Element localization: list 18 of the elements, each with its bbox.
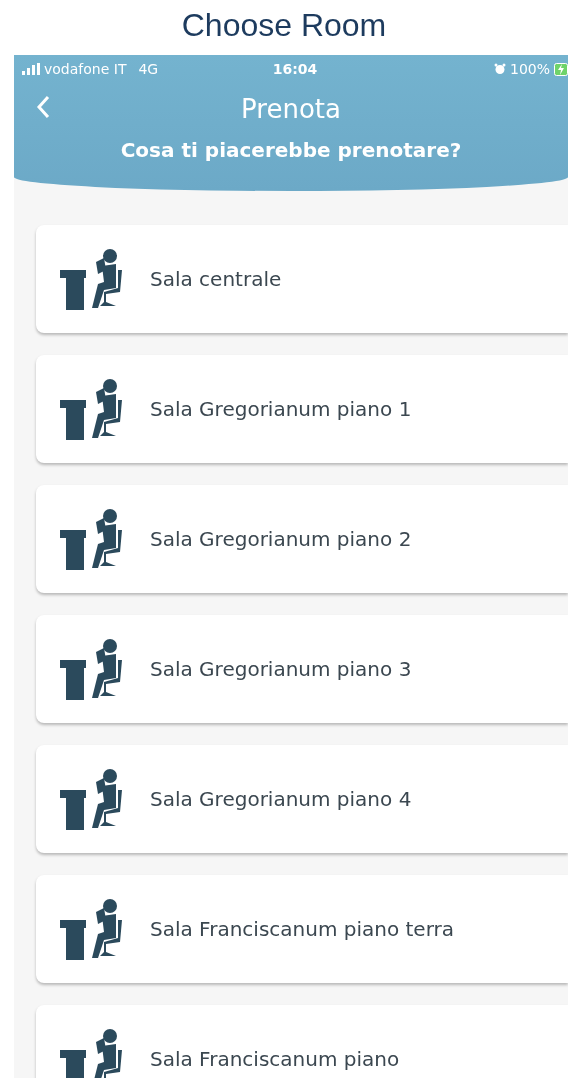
room-item[interactable]: Sala Gregorianum piano 4 — [36, 745, 568, 853]
network-type: 4G — [138, 59, 159, 79]
room-item[interactable]: Sala Gregorianum piano 2 — [36, 485, 568, 593]
carrier-name: vodafone IT — [44, 59, 127, 79]
page-subtitle: Cosa ti piacerebbe prenotare? — [120, 138, 462, 162]
battery-percent: 100% — [509, 59, 550, 79]
alarm-icon — [493, 63, 506, 75]
page-title: Prenota — [241, 92, 341, 126]
screen-caption: Choose Room — [180, 6, 388, 45]
room-item[interactable]: Sala centrale — [36, 225, 568, 333]
battery-icon — [554, 62, 568, 76]
signal-icon — [22, 63, 40, 75]
room-item[interactable]: Sala Gregorianum piano 3 — [36, 615, 568, 723]
room-item[interactable]: Sala Gregorianum piano 1 — [36, 355, 568, 463]
status-time: 16:04 — [271, 59, 319, 79]
room-item[interactable]: Sala Franciscanum piano terra — [36, 875, 568, 983]
room-item[interactable]: Sala Franciscanum piano — [36, 1005, 568, 1078]
back-icon[interactable] — [36, 95, 50, 119]
